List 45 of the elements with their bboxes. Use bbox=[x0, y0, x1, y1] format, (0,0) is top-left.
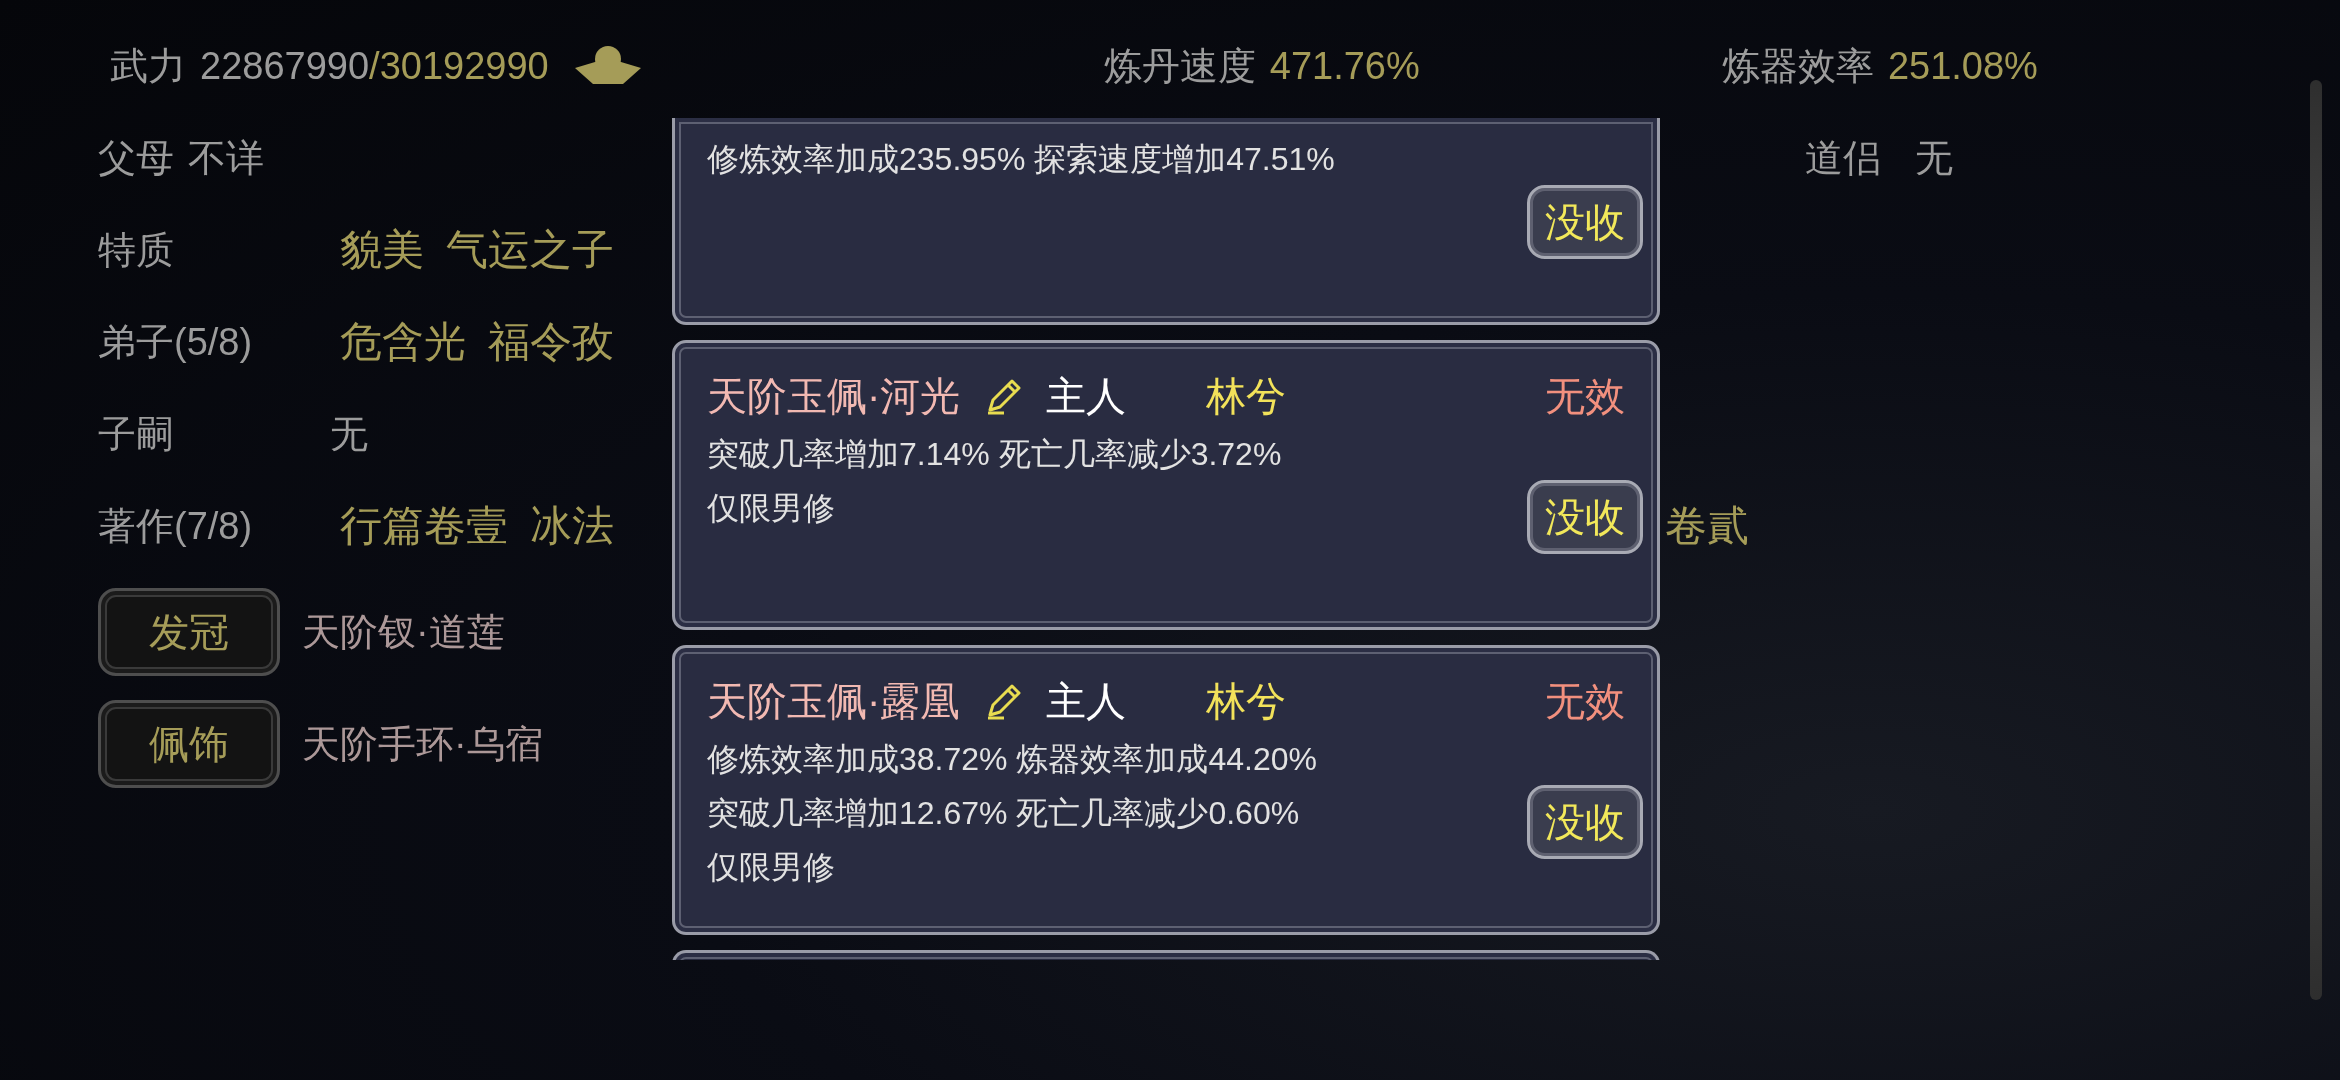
owner-label: 主人 bbox=[1046, 677, 1127, 725]
effect-text: 修炼效率加成38.72% 炼器效率加成44.20% bbox=[707, 740, 1318, 779]
owner-label: 主人 bbox=[1046, 372, 1127, 420]
tag-text: 卷貳 bbox=[1665, 501, 1749, 551]
stat-label: 炼器效率 bbox=[1721, 43, 1874, 89]
effect-text: 突破几率增加12.67% 死亡几率减少0.60% bbox=[707, 794, 1301, 833]
stat-label: 炼丹速度 bbox=[1103, 43, 1256, 89]
row-label: 特质 bbox=[98, 227, 175, 273]
effect-text: 仅限男修 bbox=[707, 489, 836, 528]
confiscate-button[interactable]: 没收 bbox=[1527, 480, 1643, 554]
tag-text: 貌美 bbox=[340, 225, 424, 275]
partner-value: 无 bbox=[1915, 135, 1953, 181]
effect-text: 突破几率增加7.14% 死亡几率减少3.72% bbox=[707, 435, 1283, 474]
stat-value: 251.08% bbox=[1887, 44, 2038, 88]
power-max: /30192990 bbox=[369, 44, 549, 88]
tag-text: 福令孜 bbox=[488, 317, 614, 367]
tag-text: 行篇卷壹 bbox=[340, 501, 508, 551]
power-current: 22867990 bbox=[200, 44, 370, 88]
tag-text: 气运之子 bbox=[446, 225, 614, 275]
confiscate-button[interactable]: 没收 bbox=[1527, 785, 1643, 859]
slot-button[interactable]: 发冠 bbox=[98, 588, 280, 676]
row-value: 无 bbox=[330, 411, 368, 457]
partner-label: 道侣 bbox=[1805, 135, 1881, 181]
effect-text: 仅限男修 bbox=[707, 848, 836, 887]
item-name: 天阶手环·乌宿 bbox=[302, 721, 543, 767]
row-label: 弟子(5/8) bbox=[98, 319, 254, 365]
owner-name: 林兮 bbox=[1206, 677, 1287, 725]
parents-value: 不详 bbox=[188, 135, 264, 181]
parents-label: 父母 bbox=[98, 135, 174, 181]
effect-text: 修炼效率加成235.95% 探索速度增加47.51% bbox=[707, 140, 1336, 179]
confiscate-button[interactable]: 没收 bbox=[1527, 185, 1643, 259]
stat-value: 471.76% bbox=[1269, 44, 1420, 88]
status-text: 无效 bbox=[1545, 677, 1625, 725]
row-label: 子嗣 bbox=[98, 411, 175, 457]
tag-text: 危含光 bbox=[340, 317, 466, 367]
row-label: 著作(7/8) bbox=[98, 503, 254, 549]
tag-text: 冰法 bbox=[530, 501, 614, 551]
item-title: 天阶玉佩·露凰 bbox=[707, 677, 961, 725]
power-label: 武力 bbox=[110, 43, 186, 89]
slot-button[interactable]: 佩饰 bbox=[98, 700, 280, 788]
owner-name: 林兮 bbox=[1206, 372, 1287, 420]
item-name: 天阶钗·道莲 bbox=[302, 609, 505, 655]
status-text: 无效 bbox=[1545, 372, 1625, 420]
item-title: 天阶玉佩·河光 bbox=[707, 372, 961, 420]
scrollbar[interactable] bbox=[2310, 80, 2322, 1000]
